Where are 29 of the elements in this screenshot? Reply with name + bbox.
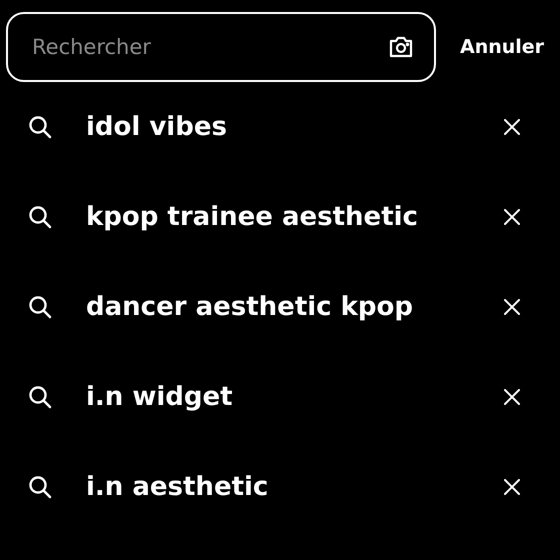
close-icon [504, 299, 520, 315]
search-icon [28, 295, 52, 319]
recent-search-item[interactable]: dancer aesthetic kpop [0, 262, 560, 352]
search-term: dancer aesthetic kpop [86, 292, 414, 322]
search-term: i.n aesthetic [86, 472, 270, 502]
search-bar[interactable]: Rechercher [6, 12, 436, 82]
recent-search-item[interactable]: kpop trainee aesthetic [0, 172, 560, 262]
search-term: idol vibes [86, 112, 228, 142]
camera-icon[interactable] [388, 36, 414, 58]
search-icon [28, 385, 52, 409]
remove-button[interactable] [504, 299, 520, 315]
remove-button[interactable] [504, 119, 520, 135]
close-icon [504, 209, 520, 225]
search-term: i.n widget [86, 382, 234, 412]
cancel-button[interactable]: Annuler [460, 36, 544, 58]
recent-search-item[interactable]: i.n widget [0, 352, 560, 442]
remove-button[interactable] [504, 209, 520, 225]
remove-button[interactable] [504, 479, 520, 495]
search-icon [28, 205, 52, 229]
close-icon [504, 479, 520, 495]
search-field[interactable]: Rechercher [30, 34, 388, 60]
close-icon [504, 389, 520, 405]
search-icon [28, 115, 52, 139]
close-icon [504, 119, 520, 135]
search-icon [28, 475, 52, 499]
search-term: kpop trainee aesthetic [86, 202, 419, 232]
recent-search-item[interactable]: i.n aesthetic [0, 442, 560, 532]
remove-button[interactable] [504, 389, 520, 405]
recent-search-item[interactable]: idol vibes [0, 82, 560, 172]
